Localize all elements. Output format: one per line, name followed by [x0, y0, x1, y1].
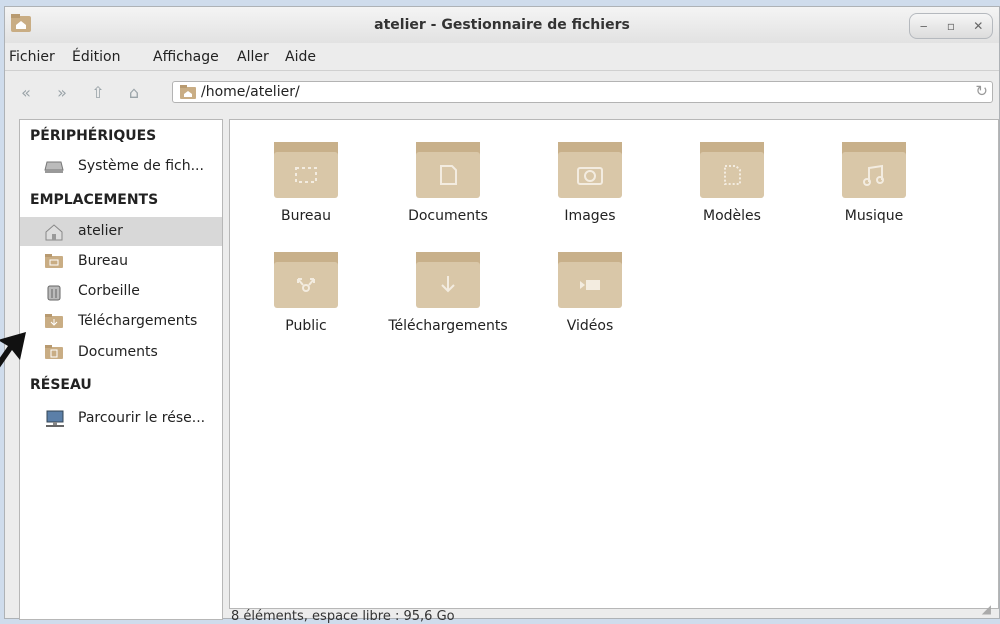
menu-aller[interactable]: Aller — [237, 49, 269, 65]
sidebar-item-label: Bureau — [78, 253, 128, 269]
sidebar-item-label: Téléchargements — [78, 313, 198, 329]
menu-affichage[interactable]: Affichage — [153, 49, 219, 65]
folder-item-documents[interactable]: Documents — [378, 138, 518, 224]
folder-item-public[interactable]: Public — [236, 248, 376, 334]
folder-item-telechargements[interactable]: Téléchargements — [378, 248, 518, 334]
resize-grip-icon[interactable]: ◢ — [982, 602, 991, 616]
share-folder-icon — [274, 252, 338, 308]
folder-label: Vidéos — [566, 318, 614, 334]
folder-label: Public — [285, 318, 327, 334]
music-folder-icon — [842, 142, 906, 198]
menu-aide[interactable]: Aide — [285, 49, 316, 65]
video-folder-icon — [558, 252, 622, 308]
home-folder-icon — [180, 85, 196, 99]
forward-icon[interactable]: » — [51, 82, 73, 104]
folder-item-videos[interactable]: Vidéos — [520, 248, 660, 334]
desktop-folder-icon — [274, 142, 338, 198]
folder-label: Musique — [844, 208, 904, 224]
location-path[interactable]: /home/atelier/ — [201, 84, 300, 100]
sidebar-item-label: Corbeille — [78, 283, 140, 299]
desktop-folder-icon — [45, 254, 63, 268]
sidebar-item-label: Parcourir le rése... — [78, 410, 206, 426]
sidebar-item-documents[interactable]: Documents — [20, 338, 222, 367]
folder-item-musique[interactable]: Musique — [804, 138, 944, 224]
sidebar-item-label: atelier — [78, 223, 123, 239]
mouse-pointer-icon — [0, 332, 26, 368]
sidebar: PÉRIPHÉRIQUES Système de fich... EMPLACE… — [19, 119, 223, 620]
folder-label: Modèles — [703, 208, 761, 224]
folder-label: Documents — [408, 208, 488, 224]
maximize-icon[interactable]: ▫ — [941, 19, 961, 33]
folder-label: Bureau — [281, 208, 331, 224]
folder-item-modeles[interactable]: Modèles — [662, 138, 802, 224]
documents-folder-icon — [416, 142, 480, 198]
folder-label: Téléchargements — [388, 318, 508, 334]
trash-icon — [47, 285, 61, 301]
sidebar-item-filesystem[interactable]: Système de fich... — [20, 152, 222, 181]
sidebar-splitter[interactable] — [225, 119, 228, 620]
sidebar-header-places: EMPLACEMENTS — [30, 192, 159, 208]
menu-bar: Fichier Édition Affichage Aller Aide — [5, 43, 999, 71]
back-icon[interactable]: « — [15, 82, 37, 104]
download-folder-icon — [416, 252, 480, 308]
home-icon — [45, 224, 63, 241]
sidebar-item-label: Documents — [78, 344, 158, 360]
drive-icon — [44, 161, 64, 173]
templates-folder-icon — [700, 142, 764, 198]
folder-label: Images — [564, 208, 616, 224]
folder-item-images[interactable]: Images — [520, 138, 660, 224]
home-icon[interactable]: ⌂ — [123, 82, 145, 104]
window-title: atelier - Gestionnaire de fichiers — [374, 17, 630, 33]
title-bar[interactable]: atelier - Gestionnaire de fichiers ‒ ▫ ✕ — [5, 7, 999, 43]
minimize-icon[interactable]: ‒ — [914, 19, 934, 33]
sidebar-header-network: RÉSEAU — [30, 377, 92, 393]
close-icon[interactable]: ✕ — [968, 19, 988, 33]
file-view[interactable]: Bureau Documents Images Modèles Musique … — [229, 119, 999, 609]
parent-folder-icon[interactable]: ⇧ — [87, 82, 109, 104]
sidebar-header-devices: PÉRIPHÉRIQUES — [30, 128, 157, 144]
menu-fichier[interactable]: Fichier — [9, 49, 55, 65]
sidebar-item-network[interactable]: Parcourir le rése... — [20, 404, 222, 433]
file-manager-window: atelier - Gestionnaire de fichiers ‒ ▫ ✕… — [4, 6, 1000, 624]
toolbar: « » ⇧ ⌂ /home/atelier/ ↻ — [5, 77, 999, 111]
location-bar[interactable]: /home/atelier/ ↻ — [172, 81, 993, 103]
sidebar-item-atelier[interactable]: atelier — [20, 217, 222, 246]
network-icon — [46, 410, 64, 427]
window-controls: ‒ ▫ ✕ — [909, 13, 993, 39]
download-folder-icon — [45, 314, 63, 328]
documents-folder-icon — [45, 345, 63, 359]
sidebar-item-telechargements[interactable]: Téléchargements — [20, 307, 222, 336]
reload-icon[interactable]: ↻ — [975, 82, 988, 100]
sidebar-item-label: Système de fich... — [78, 158, 204, 174]
status-bar: 8 éléments, espace libre : 95,6 Go — [231, 609, 455, 624]
folder-item-bureau[interactable]: Bureau — [236, 138, 376, 224]
sidebar-item-bureau[interactable]: Bureau — [20, 247, 222, 276]
menu-edition[interactable]: Édition — [72, 49, 120, 65]
sidebar-item-corbeille[interactable]: Corbeille — [20, 277, 222, 306]
camera-folder-icon — [558, 142, 622, 198]
